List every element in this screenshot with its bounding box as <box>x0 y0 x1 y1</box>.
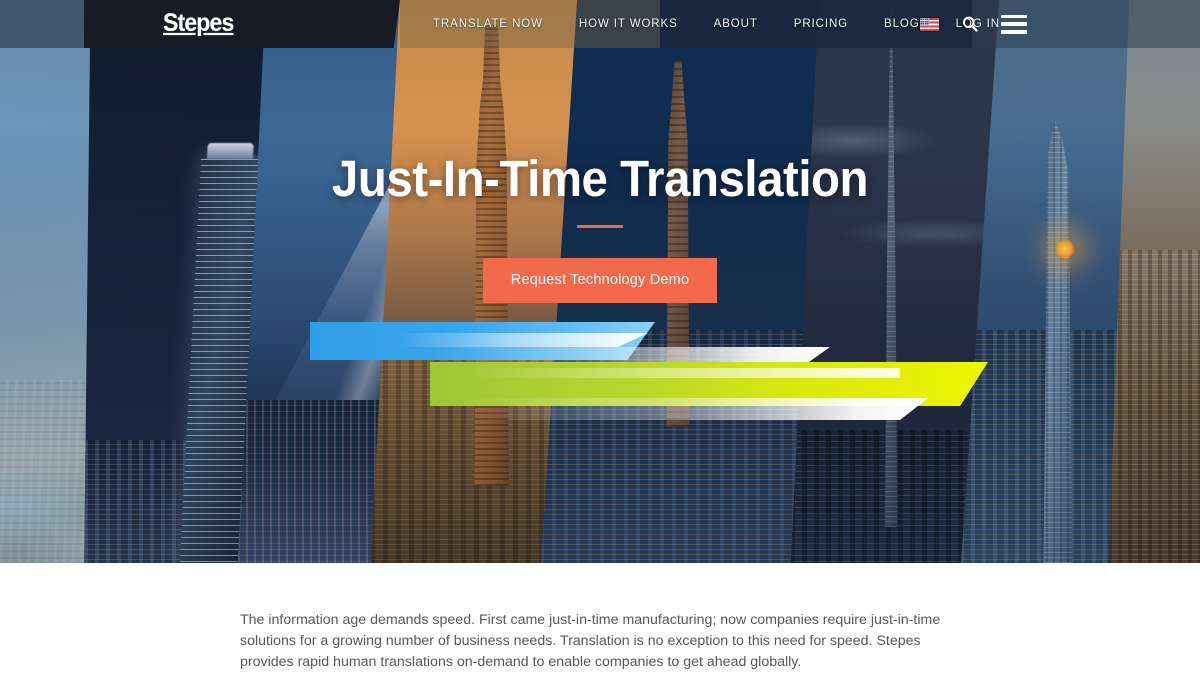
site-header: Stepes TRANSLATE NOW HOW IT WORKS ABOUT … <box>0 0 1200 48</box>
search-icon[interactable] <box>961 15 979 33</box>
hero-section: Stepes TRANSLATE NOW HOW IT WORKS ABOUT … <box>0 0 1200 563</box>
nav-how-it-works[interactable]: HOW IT WORKS <box>561 0 696 48</box>
header-bg-logo-block <box>84 0 400 48</box>
intro-section: The information age demands speed. First… <box>0 563 1200 697</box>
intro-paragraph: The information age demands speed. First… <box>240 612 941 670</box>
header-bg-left <box>0 0 84 48</box>
nav-about[interactable]: ABOUT <box>696 0 776 48</box>
page-title: Just-In-Time Translation <box>331 150 869 207</box>
request-technology-demo-button[interactable]: Request Technology Demo <box>482 258 718 303</box>
header-icon-group <box>920 0 1027 48</box>
site-logo[interactable]: Stepes <box>163 8 234 38</box>
us-flag-icon[interactable] <box>920 17 939 31</box>
hamburger-menu-icon[interactable] <box>1001 14 1027 34</box>
title-divider-rule <box>577 225 623 228</box>
nav-translate-now[interactable]: TRANSLATE NOW <box>415 0 561 48</box>
hero-content: Just-In-Time Translation Request Technol… <box>0 150 1200 303</box>
nav-pricing[interactable]: PRICING <box>776 0 866 48</box>
